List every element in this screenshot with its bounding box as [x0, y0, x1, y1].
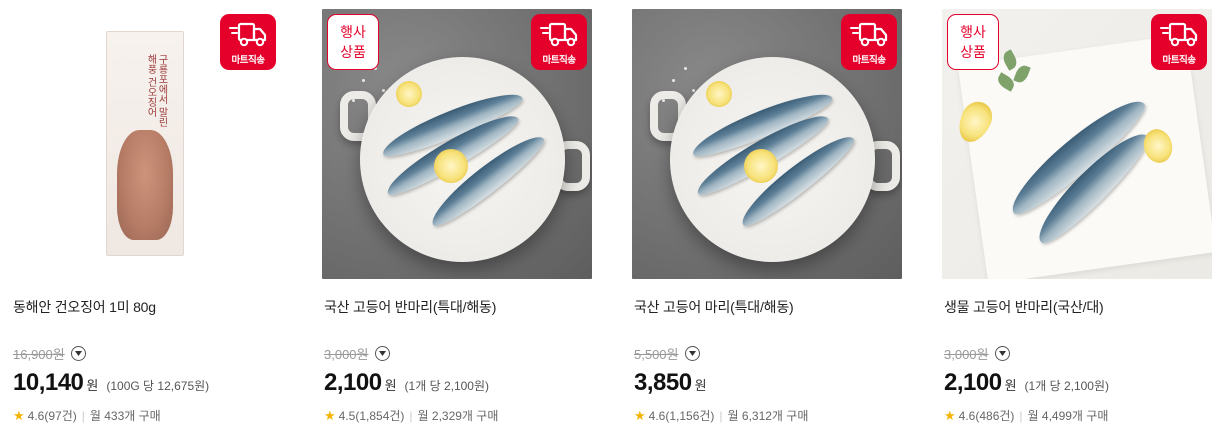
original-price-unit: 원: [356, 347, 369, 362]
divider: |: [81, 408, 85, 423]
rating: 4.6: [27, 408, 45, 423]
product-card[interactable]: 구룡포에서 말린 해풍 건오징어 마트직송 동해안 건오징어 1미 80g 16…: [11, 9, 283, 439]
product-name[interactable]: 국산 고등어 반마리(특대/해동): [324, 297, 496, 317]
sale-price: 10,140 원 (100G 당 12,675원): [13, 369, 209, 397]
truck-icon: [850, 22, 888, 47]
chevron-down-icon[interactable]: [374, 346, 390, 361]
rating: 4.5: [338, 408, 356, 423]
price-value: 10,140: [13, 369, 84, 396]
divider: |: [1019, 408, 1023, 423]
price-unit: 원: [384, 378, 397, 393]
original-price-value: 3,000: [324, 347, 357, 362]
delivery-label: 마트직송: [542, 55, 576, 66]
product-name[interactable]: 생물 고등어 반마리(국산/대): [944, 297, 1104, 317]
salt-grain: [672, 79, 675, 82]
lemon-slice: [744, 149, 778, 183]
product-meta: ★ 4.6 (97건) | 월 433개 구매: [13, 407, 161, 424]
mart-delivery-badge: 마트직송: [1151, 14, 1207, 70]
monthly-purchases: 월 433개 구매: [89, 409, 161, 423]
event-line-1: 행사: [960, 24, 986, 40]
review-count: (486건): [975, 409, 1015, 423]
product-meta: ★ 4.6 (1,156건) | 월 6,312개 구매: [634, 407, 808, 424]
salt-grain: [362, 79, 365, 82]
divider: |: [719, 408, 723, 423]
price-unit: 원: [1004, 378, 1017, 393]
event-line-2: 상품: [340, 44, 366, 60]
original-price: 3,000원: [324, 344, 390, 363]
product-name[interactable]: 국산 고등어 마리(특대/해동): [634, 297, 794, 317]
rating: 4.6: [958, 408, 976, 423]
sale-price: 3,850 원: [634, 369, 715, 397]
chevron-down-icon[interactable]: [994, 346, 1010, 361]
original-price: 5,500원: [634, 344, 700, 363]
delivery-label: 마트직송: [852, 55, 886, 66]
product-name[interactable]: 동해안 건오징어 1미 80g: [13, 297, 156, 317]
truck-icon: [229, 22, 267, 47]
salt-grain: [684, 67, 687, 70]
product-image[interactable]: 마트직송: [632, 9, 902, 279]
product-card[interactable]: 마트직송 국산 고등어 마리(특대/해동) 5,500원 3,850 원 ★ 4…: [632, 9, 904, 439]
product-card[interactable]: 행사 상품 마트직송 생물 고등어 반마리(국산/대) 3,000원 2,100…: [942, 9, 1214, 439]
price-unit: 원: [694, 378, 707, 393]
price-unit: 원: [86, 378, 99, 393]
unit-price: (1개 당 2,100원): [404, 379, 490, 393]
monthly-purchases: 월 6,312개 구매: [727, 409, 809, 423]
review-count: (97건): [44, 409, 77, 423]
review-count: (1,854건): [355, 409, 405, 423]
rating: 4.6: [648, 408, 666, 423]
lemon-slice: [396, 81, 422, 107]
sale-price: 2,100 원 (1개 당 2,100원): [324, 369, 489, 397]
event-badge: 행사 상품: [327, 14, 379, 70]
unit-price: (1개 당 2,100원): [1024, 379, 1110, 393]
product-card[interactable]: 행사 상품 마트직송 국산 고등어 반마리(특대/해동) 3,000원 2,10…: [322, 9, 594, 439]
original-price-unit: 원: [976, 347, 989, 362]
monthly-purchases: 월 2,329개 구매: [417, 409, 499, 423]
original-price-value: 16,900: [13, 347, 53, 362]
mart-delivery-badge: 마트직송: [841, 14, 897, 70]
mart-delivery-badge: 마트직송: [531, 14, 587, 70]
price-value: 2,100: [944, 369, 1002, 396]
delivery-label: 마트직송: [1162, 55, 1196, 66]
product-meta: ★ 4.6 (486건) | 월 4,499개 구매: [944, 407, 1108, 424]
event-badge: 행사 상품: [947, 14, 999, 70]
lemon-slice: [706, 81, 732, 107]
product-meta: ★ 4.5 (1,854건) | 월 2,329개 구매: [324, 407, 498, 424]
product-image[interactable]: 행사 상품 마트직송: [942, 9, 1212, 279]
original-price-value: 3,000: [944, 347, 977, 362]
original-price-unit: 원: [52, 347, 65, 362]
event-line-2: 상품: [960, 44, 986, 60]
delivery-label: 마트직송: [231, 55, 265, 66]
squid-package: 구룡포에서 말린 해풍 건오징어: [106, 31, 184, 256]
star-icon: ★: [944, 407, 956, 423]
truck-icon: [540, 22, 578, 47]
star-icon: ★: [634, 407, 646, 423]
star-icon: ★: [324, 407, 336, 423]
price-value: 3,850: [634, 369, 692, 396]
monthly-purchases: 월 4,499개 구매: [1027, 409, 1109, 423]
dried-squid: [117, 130, 173, 240]
price-value: 2,100: [324, 369, 382, 396]
lemon-slice: [434, 149, 468, 183]
unit-price: (100G 당 12,675원): [106, 379, 210, 393]
original-price: 16,900원: [13, 344, 86, 363]
package-text: 구룡포에서 말린 해풍 건오징어: [145, 54, 167, 128]
truck-icon: [1160, 22, 1198, 47]
product-image[interactable]: 행사 상품 마트직송: [322, 9, 592, 279]
divider: |: [409, 408, 413, 423]
review-count: (1,156건): [665, 409, 715, 423]
star-icon: ★: [13, 407, 25, 423]
original-price-value: 5,500: [634, 347, 667, 362]
mart-delivery-badge: 마트직송: [220, 14, 276, 70]
event-line-1: 행사: [340, 24, 366, 40]
sale-price: 2,100 원 (1개 당 2,100원): [944, 369, 1109, 397]
product-image[interactable]: 구룡포에서 말린 해풍 건오징어 마트직송: [11, 9, 281, 279]
chevron-down-icon[interactable]: [684, 346, 700, 361]
original-price: 3,000원: [944, 344, 1010, 363]
chevron-down-icon[interactable]: [70, 346, 86, 361]
original-price-unit: 원: [666, 347, 679, 362]
